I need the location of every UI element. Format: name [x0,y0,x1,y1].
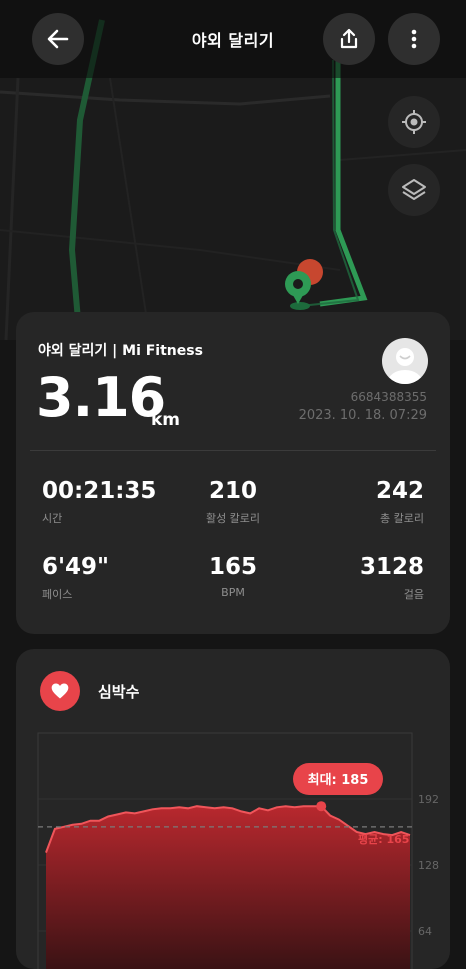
more-button[interactable] [388,13,440,65]
max-label: 최대: 185 [308,773,369,788]
heart-rate-title: 심박수 [98,683,140,701]
share-icon [340,28,358,49]
locate-icon [402,110,426,134]
workout-datetime: 2023. 10. 18. 07:29 [298,408,427,423]
stat-duration: 00:21:35 시간 [42,478,156,526]
stat-bpm: 165 BPM [209,554,257,599]
average-label: 평균: 165 [358,832,409,846]
stat-value: 165 [208,554,258,580]
stat-label: 걸음 [403,588,424,601]
avatar[interactable] [382,338,428,384]
max-tooltip: 최대: 185 [293,763,383,795]
heart-icon [51,683,69,699]
stat-label: 페이스 [42,588,73,601]
stat-value: 00:21:35 [42,478,157,504]
top-bar: 야외 달리기 [0,0,466,78]
stat-value: 6'49" [42,554,110,580]
stat-label: 시간 [42,512,63,525]
y-tick-label: 128 [418,859,439,872]
max-point-marker [316,801,327,812]
stat-label: 활성 칼로리 [205,512,261,525]
stat-value: 3128 [359,554,424,580]
layers-button[interactable] [388,164,440,216]
stat-value: 242 [375,478,424,504]
user-id: 6684388355 [350,390,427,404]
divider [30,450,436,451]
locate-button[interactable] [388,96,440,148]
y-tick-label: 192 [418,793,439,806]
stat-label: BPM [221,586,245,599]
stat-total-calories: 242 총 칼로리 [376,478,424,526]
heart-rate-chart[interactable]: 192 128 64 평균: 165 최대: 185 [16,719,450,969]
stat-label: 총 칼로리 [380,512,424,525]
stat-steps: 3128 걸음 [360,554,424,602]
user-avatar-icon [388,348,422,384]
stat-value: 210 [208,478,258,504]
layers-icon [402,179,426,200]
workout-source: 야외 달리기 | Mi Fitness [38,343,203,359]
workout-summary-card: 야외 달리기 | Mi Fitness 3.16 km 6684388355 2… [16,312,450,634]
stat-active-calories: 210 활성 칼로리 [206,478,260,526]
stat-pace: 6'49" 페이스 [42,554,109,602]
distance-value: 3.16 [36,366,166,429]
y-tick-label: 64 [418,925,432,938]
share-button[interactable] [323,13,375,65]
more-vertical-icon [411,29,417,49]
heart-rate-card[interactable]: 심박수 192 128 64 평균: 165 최대: 185 [16,649,450,969]
distance-unit: km [151,410,181,430]
heart-badge [40,671,80,711]
